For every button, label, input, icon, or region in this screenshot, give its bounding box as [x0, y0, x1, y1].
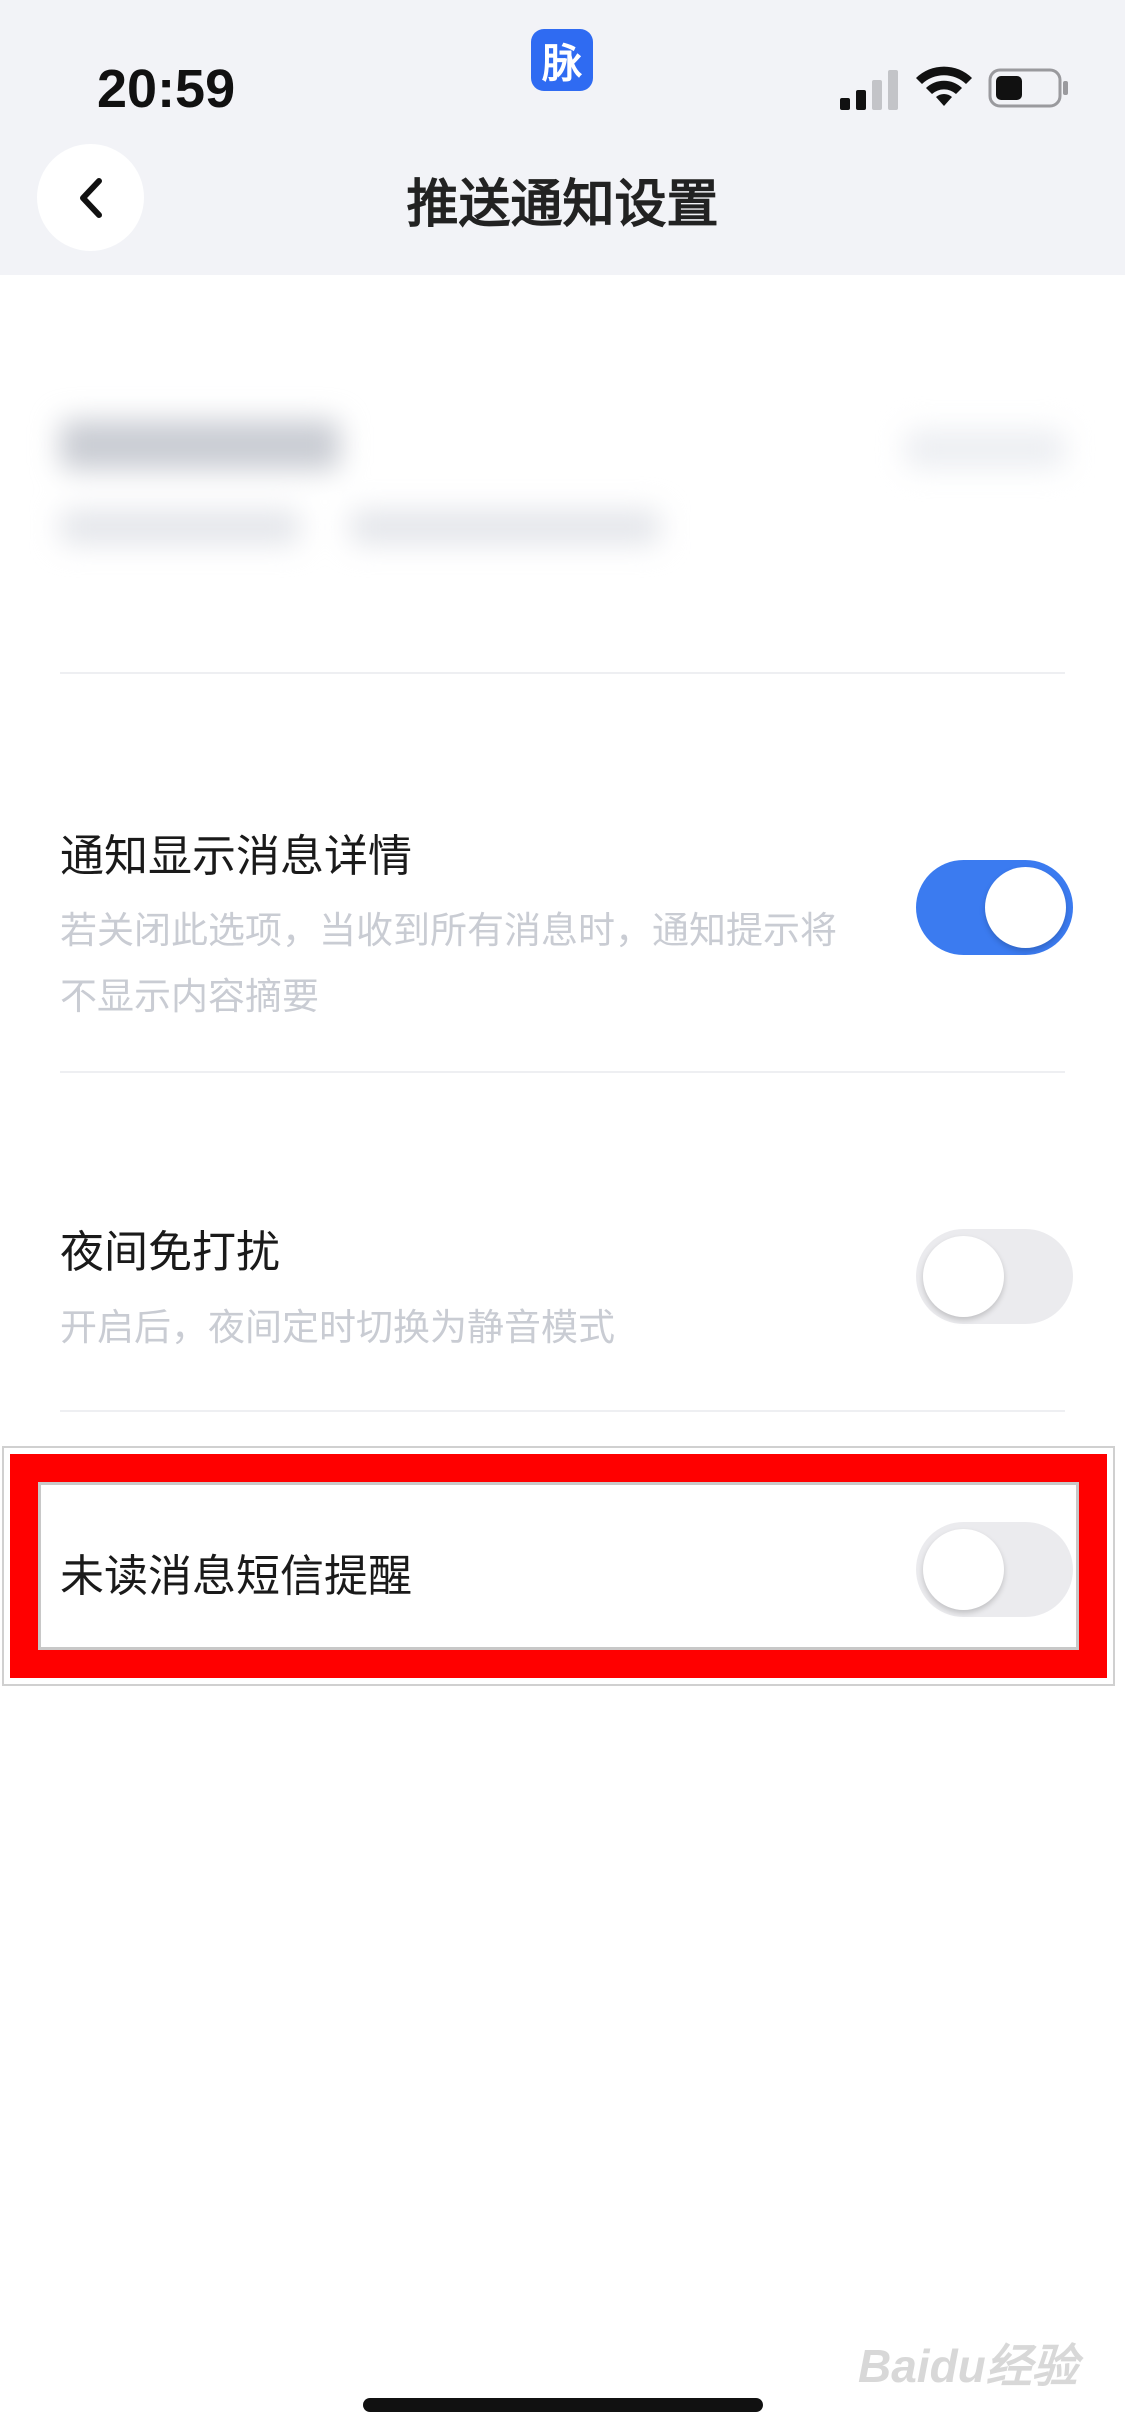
toggle-knob	[923, 1236, 1004, 1317]
home-indicator[interactable]	[363, 2398, 763, 2412]
watermark: Baidu经验	[858, 2340, 1078, 2392]
notification-details-toggle[interactable]	[916, 860, 1073, 955]
app-badge-icon: 脉	[531, 29, 593, 91]
toggle-knob	[923, 1529, 1004, 1610]
status-time: 20:59	[97, 59, 236, 119]
wifi-icon	[916, 66, 972, 106]
page-title: 推送通知设置	[406, 175, 719, 235]
divider	[60, 672, 1065, 674]
divider	[60, 1410, 1065, 1412]
setting-description: 开启后，夜间定时切换为静音模式	[60, 1306, 615, 1349]
blurred-content	[60, 410, 1065, 570]
setting-title: 通知显示消息详情	[60, 831, 412, 882]
setting-description: 若关闭此选项，当收到所有消息时，通知提示将不显示内容摘要	[60, 909, 837, 1018]
setting-title: 夜间免打扰	[60, 1227, 280, 1278]
divider	[60, 1071, 1065, 1073]
night-dnd-toggle[interactable]	[916, 1229, 1073, 1324]
battery-icon	[988, 68, 1068, 108]
top-bar: 20:59 脉 推送通知设置	[0, 0, 1125, 275]
cellular-signal-icon	[840, 70, 898, 110]
toggle-knob	[985, 867, 1066, 948]
setting-title: 未读消息短信提醒	[60, 1551, 412, 1602]
unread-sms-toggle[interactable]	[916, 1522, 1073, 1617]
